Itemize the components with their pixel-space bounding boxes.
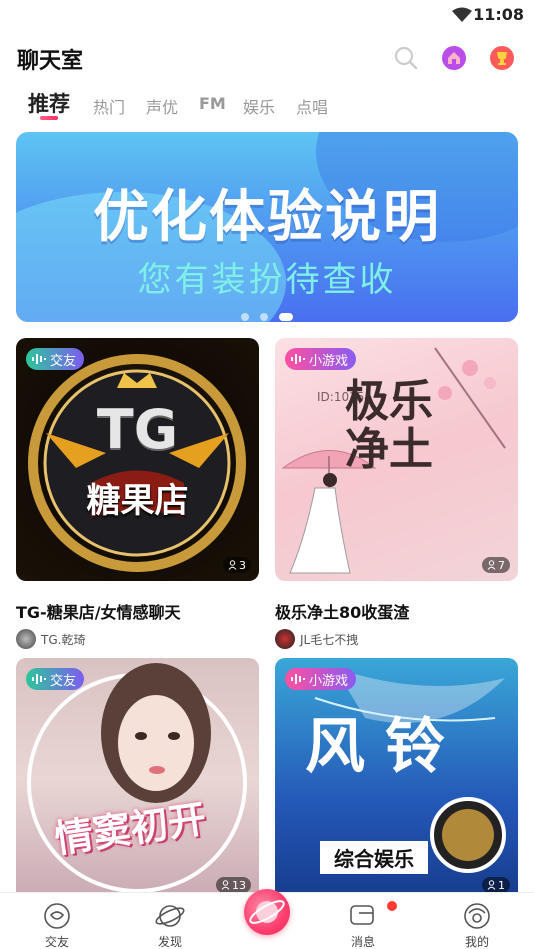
room-card[interactable]: ID:10154 极乐净土 小游戏 7 极乐净土80收蛋渣 JL毛七不拽 xyxy=(275,338,518,649)
header: 聊天室 xyxy=(0,38,534,78)
banner-subtitle: 您有装扮待查收 xyxy=(137,260,397,300)
room-tag-badge: 小游戏 xyxy=(285,668,357,690)
online-count: 7 xyxy=(482,557,510,573)
tab-hot[interactable]: 热门 xyxy=(93,94,125,118)
room-card[interactable]: TG 糖果店 交友 3 TG-糖果店/女情感聊天 TG.乾琦 xyxy=(16,338,259,649)
cover-logo-text: TG xyxy=(96,398,179,461)
room-cover: TG 糖果店 交友 3 xyxy=(16,338,259,581)
room-owner: TG.乾琦 xyxy=(16,629,259,649)
portrait-image xyxy=(27,663,247,893)
room-tag-label: 小游戏 xyxy=(309,673,349,689)
room-card[interactable]: 风铃 综合娱乐 小游戏 1 xyxy=(275,658,518,901)
banner-pagination xyxy=(16,306,518,322)
room-tag-label: 小游戏 xyxy=(309,353,349,369)
online-count-value: 1 xyxy=(498,878,505,892)
room-cover: ID:10154 极乐净土 小游戏 7 xyxy=(275,338,518,581)
cover-subtitle: 综合娱乐 xyxy=(320,841,428,874)
room-title: 极乐净土80收蛋渣 xyxy=(275,603,410,622)
owner-avatar xyxy=(275,629,295,649)
room-home-icon[interactable] xyxy=(441,45,467,71)
owner-name: JL毛七不拽 xyxy=(300,632,359,647)
room-card[interactable]: 情窦初开 交友 13 xyxy=(16,658,259,901)
room-tag-label: 交友 xyxy=(50,353,77,369)
unread-dot xyxy=(387,901,397,911)
tab-indicator xyxy=(40,116,58,120)
cover-calligraphy-text: 极乐净土 xyxy=(345,376,433,475)
banner-title: 优化体验说明 xyxy=(93,185,441,250)
nav-label: 我的 xyxy=(464,935,489,949)
cover-calligraphy-text: 风铃 xyxy=(305,712,465,782)
trophy-icon[interactable] xyxy=(489,45,515,71)
owner-name: TG.乾琦 xyxy=(41,632,86,647)
wifi-icon xyxy=(452,7,472,22)
pagination-dot xyxy=(240,313,249,321)
nav-label: 交友 xyxy=(44,935,69,949)
status-time: 11:08 xyxy=(473,5,524,24)
room-title: TG-糖果店/女情感聊天 xyxy=(16,603,181,622)
search-icon[interactable] xyxy=(393,45,419,71)
room-tag-badge: 交友 xyxy=(26,668,85,690)
tab-recommend[interactable]: 推荐 xyxy=(28,88,70,118)
pagination-dot-active xyxy=(279,313,294,321)
planet-icon xyxy=(155,905,185,927)
nav-label: 消息 xyxy=(350,935,375,949)
room-tag-label: 交友 xyxy=(50,673,77,689)
sound-wave-icon xyxy=(291,674,305,684)
online-count: 3 xyxy=(223,557,251,573)
planet-icon xyxy=(249,900,285,924)
tab-fm[interactable]: FM xyxy=(199,94,226,113)
online-count-value: 3 xyxy=(239,558,246,572)
room-cover: 情窦初开 交友 13 xyxy=(16,658,259,901)
online-count-value: 7 xyxy=(498,558,505,572)
tab-song-request[interactable]: 点唱 xyxy=(296,94,328,118)
room-tag-badge: 交友 xyxy=(26,348,85,370)
status-bar: 11:08 xyxy=(0,0,534,30)
user-icon xyxy=(487,880,496,890)
sound-wave-icon xyxy=(32,354,46,364)
cover-logo-subtext: 糖果店 xyxy=(86,481,189,521)
nav-item-discover[interactable]: 发现 xyxy=(130,893,210,949)
user-icon xyxy=(221,880,230,890)
profile-icon xyxy=(464,903,490,929)
room-owner: JL毛七不拽 xyxy=(275,629,518,649)
category-tabs: 推荐 热门 声优 FM 娱乐 点唱 xyxy=(0,86,534,126)
user-icon xyxy=(487,560,496,570)
pagination-dot xyxy=(260,313,268,321)
create-room-button[interactable] xyxy=(244,889,290,935)
user-icon xyxy=(228,560,237,570)
room-cover: 风铃 综合娱乐 小游戏 1 xyxy=(275,658,518,901)
nav-item-profile[interactable]: 我的 xyxy=(437,893,517,949)
owner-avatar xyxy=(16,629,36,649)
page-title: 聊天室 xyxy=(17,49,84,74)
online-count: 1 xyxy=(482,877,510,893)
sound-wave-icon xyxy=(32,674,46,684)
message-icon xyxy=(350,905,374,925)
tab-entertainment[interactable]: 娱乐 xyxy=(243,94,275,118)
sound-wave-icon xyxy=(291,354,305,364)
nav-item-friends[interactable]: 交友 xyxy=(17,893,97,949)
room-tag-badge: 小游戏 xyxy=(285,348,357,370)
nav-label: 发现 xyxy=(157,935,182,949)
friends-icon xyxy=(44,903,70,929)
tab-voice-actor[interactable]: 声优 xyxy=(146,94,178,118)
promo-banner[interactable]: 优化体验说明 您有装扮待查收 xyxy=(16,132,518,322)
bottom-nav: 交友 发现 消息 我的 xyxy=(0,889,534,949)
